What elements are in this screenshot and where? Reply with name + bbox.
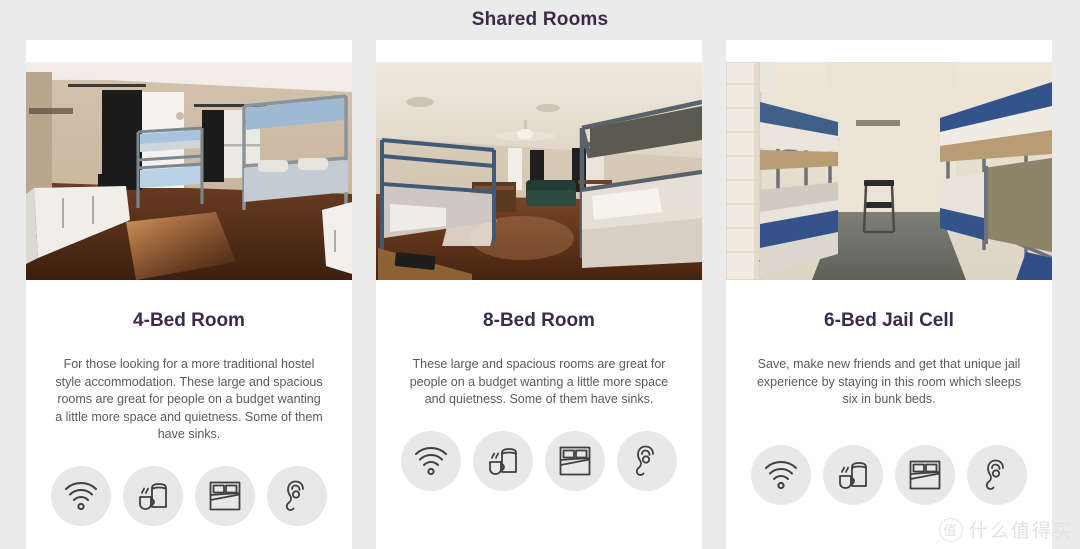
room-photo	[726, 62, 1052, 280]
room-description: Save, make new friends and get that uniq…	[756, 357, 1022, 406]
breakfast-icon[interactable]	[823, 444, 883, 505]
page-title: Shared Rooms	[471, 9, 609, 30]
watermark-text: 什么值得买	[968, 520, 1074, 542]
room-card[interactable]: 4-Bed Room For those looking for a more …	[26, 40, 352, 549]
room-description: These large and spacious rooms are great…	[409, 357, 669, 406]
earplugs-icon[interactable]	[617, 430, 677, 491]
room-card-list: 4-Bed Room For those looking for a more …	[0, 40, 1080, 549]
wifi-icon[interactable]	[751, 444, 811, 505]
room-title: 6-Bed Jail Cell	[824, 310, 954, 331]
room-photo	[376, 62, 702, 280]
linen-bed-icon[interactable]	[895, 444, 955, 505]
linen-bed-icon[interactable]	[545, 430, 605, 491]
room-card[interactable]: 8-Bed Room These large and spacious room…	[376, 40, 702, 549]
watermark-badge: 值	[938, 517, 963, 542]
amenity-row	[51, 465, 327, 526]
room-card[interactable]: 6-Bed Jail Cell Save, make new friends a…	[726, 40, 1052, 549]
room-description: For those looking for a more traditional…	[55, 357, 323, 441]
earplugs-icon[interactable]	[267, 465, 327, 526]
amenity-row	[401, 430, 677, 491]
watermark: 值 什么值得买	[938, 516, 1074, 543]
room-title: 8-Bed Room	[483, 310, 595, 331]
linen-bed-icon[interactable]	[195, 465, 255, 526]
breakfast-icon[interactable]	[123, 465, 183, 526]
wifi-icon[interactable]	[51, 465, 111, 526]
room-title: 4-Bed Room	[133, 310, 245, 331]
breakfast-icon[interactable]	[473, 430, 533, 491]
wifi-icon[interactable]	[401, 430, 461, 491]
earplugs-icon[interactable]	[967, 444, 1027, 505]
amenity-row	[751, 444, 1027, 505]
room-photo	[26, 62, 352, 280]
